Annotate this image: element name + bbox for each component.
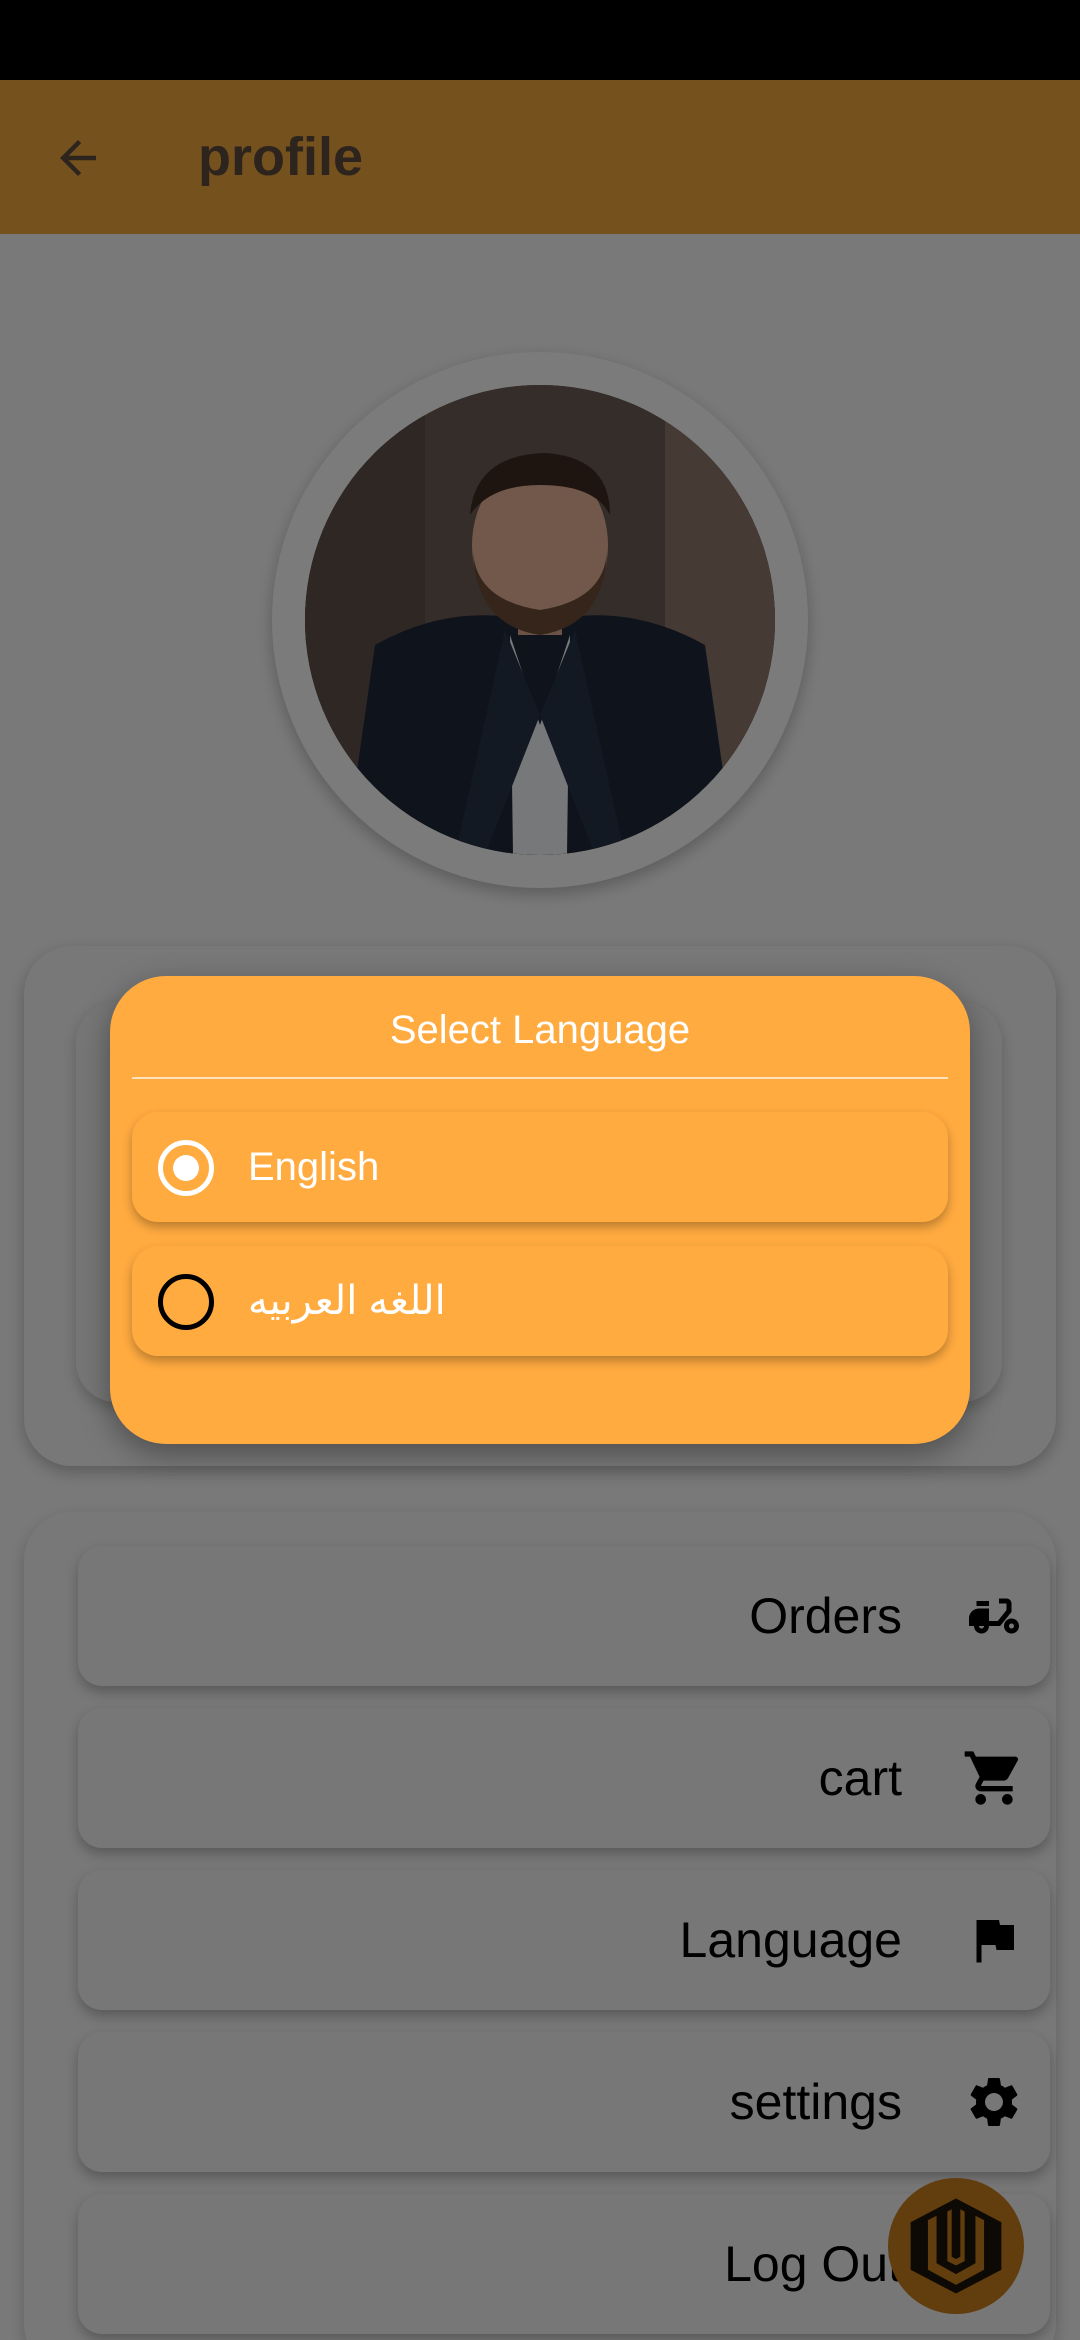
radio-unselected-icon[interactable] [158,1274,214,1330]
language-option-english[interactable]: English [132,1112,948,1222]
language-option-label: English [248,1144,380,1189]
language-option-arabic[interactable]: اللغه العربيه [132,1246,948,1356]
radio-selected-icon[interactable] [158,1140,214,1196]
divider [132,1077,948,1079]
select-language-dialog: Select Language English اللغه العربيه [110,976,970,1444]
language-option-label: اللغه العربيه [248,1279,446,1323]
dialog-title: Select Language [389,1008,691,1052]
